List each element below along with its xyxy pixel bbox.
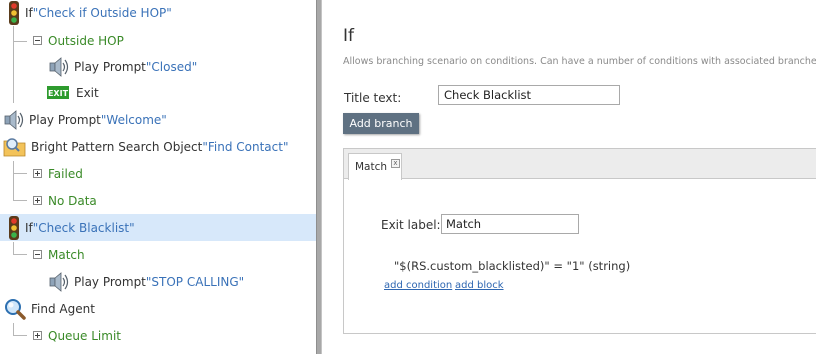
- title-text-input[interactable]: [438, 85, 620, 105]
- tree-node-type: Bright Pattern Search Object: [31, 139, 203, 154]
- tree-node-type: If: [25, 5, 33, 20]
- tree-node-if-check-blacklist[interactable]: If "Check Blacklist": [0, 214, 316, 241]
- traffic-light-icon: [9, 0, 19, 25]
- tree-branch-label: Queue Limit: [48, 328, 121, 343]
- tree-branch-match[interactable]: Match: [0, 241, 316, 268]
- tree-branch-outside-hop[interactable]: Outside HOP: [0, 27, 316, 54]
- expand-icon[interactable]: [33, 196, 42, 205]
- close-icon[interactable]: x: [391, 159, 400, 168]
- tree-node-type: Play Prompt: [29, 112, 101, 127]
- magnifier-icon: [5, 298, 26, 320]
- tree-branch-label: Failed: [48, 166, 83, 181]
- block-title: If: [343, 26, 354, 46]
- add-block-link[interactable]: add block: [455, 280, 504, 291]
- search-folder-icon: [3, 137, 26, 156]
- exit-icon: EXIT: [47, 86, 69, 99]
- tree-node-type: If: [25, 220, 33, 235]
- tree-node-find-agent[interactable]: Find Agent: [0, 295, 316, 322]
- exit-label-input[interactable]: [441, 214, 579, 234]
- tree-node-exit[interactable]: EXIT Exit: [0, 79, 316, 106]
- title-text-label: Title text:: [344, 91, 402, 105]
- branch-tab-strip: Match x: [344, 149, 816, 180]
- tree-node-if-outside-hop[interactable]: If "Check if Outside HOP": [0, 0, 316, 26]
- tab-label: Match: [355, 161, 388, 173]
- tree-branch-label: No Data: [48, 193, 97, 208]
- tab-match[interactable]: Match x: [348, 153, 402, 180]
- tree-node-type: Find Agent: [31, 301, 95, 316]
- condition-expression[interactable]: "$(RS.custom_blacklisted)" = "1" (string…: [394, 259, 630, 273]
- collapse-icon[interactable]: [33, 36, 42, 45]
- tree-node-search-object[interactable]: Bright Pattern Search Object "Find Conta…: [0, 133, 316, 160]
- tree-node-name: "Welcome": [100, 112, 167, 127]
- tree-node-type: Play Prompt: [74, 274, 146, 289]
- tree-branch-label: Match: [48, 247, 85, 262]
- traffic-light-icon: [9, 215, 19, 240]
- branch-editor: Match x Exit label: "$(RS.custom_blackli…: [343, 148, 816, 334]
- svg-text:EXIT: EXIT: [48, 89, 69, 98]
- block-description: Allows branching scenario on conditions.…: [343, 56, 816, 67]
- tree-node-name: "Find Contact": [202, 139, 289, 154]
- tree-node-type: Play Prompt: [74, 59, 146, 74]
- tree-node-name: "Check Blacklist": [32, 220, 135, 235]
- exit-label-label: Exit label:: [381, 218, 441, 232]
- speaker-icon: [4, 109, 24, 130]
- tree-branch-queue-limit[interactable]: Queue Limit: [0, 322, 316, 349]
- collapse-icon[interactable]: [33, 250, 42, 259]
- speaker-icon: [49, 271, 69, 292]
- speaker-icon: [49, 56, 69, 77]
- tree-node-name: "Check if Outside HOP": [32, 5, 172, 20]
- tree-node-play-prompt-closed[interactable]: Play Prompt "Closed": [0, 53, 316, 80]
- scenario-tree: If "Check if Outside HOP" Outside HOP Pl…: [0, 0, 316, 354]
- properties-panel: If Allows branching scenario on conditio…: [322, 0, 816, 354]
- tree-node-name: "STOP CALLING": [145, 274, 245, 289]
- tree-node-play-prompt-stop-calling[interactable]: Play Prompt "STOP CALLING": [0, 268, 316, 295]
- add-condition-link[interactable]: add condition: [384, 280, 452, 291]
- tree-branch-no-data[interactable]: No Data: [0, 187, 316, 214]
- tree-node-type: Exit: [76, 85, 99, 100]
- tree-branch-label: Outside HOP: [48, 33, 124, 48]
- expand-icon[interactable]: [33, 331, 42, 340]
- add-branch-button[interactable]: Add branch: [343, 113, 419, 134]
- tree-node-name: "Closed": [145, 59, 198, 74]
- tree-node-play-prompt-welcome[interactable]: Play Prompt "Welcome": [0, 106, 316, 133]
- expand-icon[interactable]: [33, 169, 42, 178]
- tree-branch-failed[interactable]: Failed: [0, 160, 316, 187]
